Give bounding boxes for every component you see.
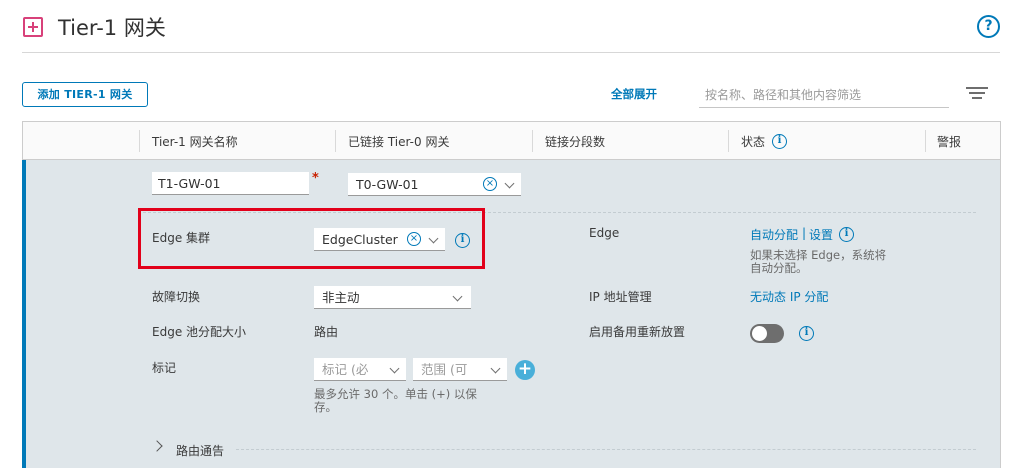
toggle-knob — [752, 326, 767, 341]
tags-label: 标记 — [152, 361, 177, 375]
failover-select[interactable]: 非主动 — [314, 286, 471, 309]
tag-placeholder: 标记 (必 — [322, 362, 369, 377]
column-divider — [728, 130, 729, 152]
column-divider — [925, 130, 926, 152]
help-icon[interactable]: ? — [977, 15, 1000, 38]
highlight-box — [138, 208, 485, 269]
column-header-name[interactable]: Tier-1 网关名称 — [152, 133, 238, 150]
failover-label: 故障切换 — [152, 290, 201, 304]
column-divider — [532, 130, 533, 152]
expand-all-link[interactable]: 全部展开 — [611, 86, 657, 102]
tags-helper-text-1: 最多允许 30 个。单击 (+) 以保 — [314, 387, 477, 401]
tag-select[interactable]: 标记 (必 — [314, 358, 406, 381]
chevron-down-icon[interactable] — [490, 363, 501, 374]
edge-settings-link[interactable]: 设置 — [809, 226, 833, 243]
add-tag-icon[interactable]: + — [515, 360, 535, 380]
edge-helper-text-2: 自动分配。 — [750, 261, 808, 275]
filter-input[interactable] — [699, 83, 949, 108]
page-title: Tier-1 网关 — [58, 16, 166, 40]
standby-relocation-toggle[interactable] — [750, 324, 784, 343]
column-header-status[interactable]: 状态 — [741, 133, 765, 150]
gateway-name-input[interactable] — [152, 172, 309, 195]
link-separator: | — [802, 226, 807, 240]
column-header-alarms[interactable]: 警报 — [937, 133, 961, 150]
status-info-icon[interactable]: i — [772, 134, 787, 149]
auto-allocate-link[interactable]: 自动分配 — [750, 226, 798, 243]
header-divider — [22, 52, 1000, 53]
route-advertisement-toggle[interactable]: 路由通告 — [176, 442, 224, 459]
pool-size-label: Edge 池分配大小 — [152, 325, 247, 339]
pool-size-value: 路由 — [314, 325, 339, 339]
chevron-down-icon[interactable] — [452, 291, 463, 302]
add-tier1-gateway-button[interactable]: 添加 TIER-1 网关 — [22, 82, 148, 107]
scope-select[interactable]: 范围 (可 — [413, 358, 507, 381]
tags-helper-text-2: 存。 — [314, 400, 337, 414]
row-selection-bar — [22, 160, 26, 468]
tier0-gateway-select[interactable]: T0-GW-01 × — [348, 173, 521, 196]
ip-management-link[interactable]: 无动态 IP 分配 — [750, 288, 828, 305]
edge-info-icon[interactable]: i — [839, 227, 854, 242]
tier0-gateway-value: T0-GW-01 — [356, 177, 419, 192]
standby-info-icon[interactable]: i — [799, 326, 814, 341]
failover-value: 非主动 — [322, 290, 360, 305]
section-divider — [236, 449, 976, 450]
ip-management-label: IP 地址管理 — [589, 290, 652, 304]
scope-placeholder: 范围 (可 — [421, 362, 468, 377]
router-icon — [23, 17, 43, 37]
chevron-down-icon[interactable] — [504, 178, 515, 189]
column-header-tier0[interactable]: 已链接 Tier-0 网关 — [348, 133, 449, 150]
required-marker: * — [312, 171, 319, 186]
filter-icon[interactable] — [966, 87, 988, 101]
edge-label: Edge — [589, 226, 620, 240]
standby-relocation-label: 启用备用重新放置 — [589, 325, 686, 339]
column-header-segments[interactable]: 链接分段数 — [545, 133, 605, 150]
chevron-down-icon[interactable] — [389, 363, 400, 374]
clear-icon[interactable]: × — [483, 177, 497, 191]
column-divider — [335, 130, 336, 152]
column-divider — [139, 130, 140, 152]
